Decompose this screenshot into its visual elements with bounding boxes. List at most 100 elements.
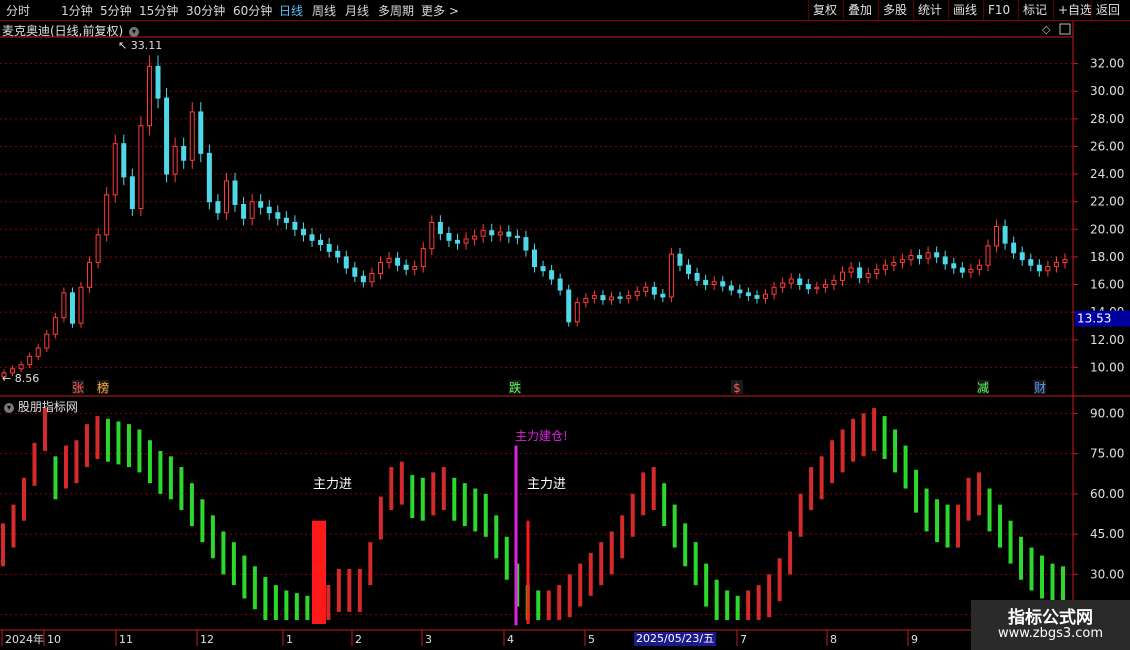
indicator-bar [1008, 520, 1013, 564]
candle-body [574, 301, 580, 323]
candle-body [1019, 252, 1025, 261]
candle-body [934, 252, 940, 258]
candle-body [241, 203, 247, 219]
candle-body [703, 279, 709, 286]
candle-body [668, 253, 674, 298]
indicator-bar [987, 488, 992, 532]
indicator-bar [546, 590, 551, 620]
candle-body [326, 243, 332, 252]
candle-body [309, 234, 315, 241]
indicator-bar [11, 504, 16, 548]
indicator-bar [95, 416, 100, 460]
candle-body [275, 212, 281, 219]
candle-body [35, 347, 41, 357]
indicator-bar [84, 424, 89, 468]
candle-body [874, 268, 880, 274]
indicator-bar [893, 429, 898, 473]
candle-body [223, 180, 229, 214]
candle-body [480, 230, 486, 237]
date-label: 10 [47, 633, 61, 646]
candle-body [292, 221, 298, 230]
indicator-bar [882, 416, 887, 460]
candle-body [206, 152, 212, 203]
indicator-bar [1, 523, 5, 567]
candle-body [591, 295, 597, 299]
candle-body [155, 65, 161, 99]
candle-body [27, 355, 33, 366]
watermark-url: www.zbgs3.com [997, 626, 1104, 641]
candle-body [925, 252, 931, 259]
indicator-bar [914, 469, 919, 513]
indicator-bar [924, 488, 929, 532]
indicator-bar [126, 424, 131, 468]
candle-body [882, 264, 888, 270]
candle-body [44, 333, 50, 349]
indicator-bar [588, 552, 593, 596]
y-tick-label: 16.00 [1090, 278, 1124, 292]
indicator-bar [714, 579, 719, 620]
date-label: 7 [740, 633, 747, 646]
candle-body [172, 145, 178, 175]
candle-body [1011, 242, 1017, 254]
candle-body [360, 275, 366, 283]
indicator-bar [441, 467, 446, 510]
date-label: 2024年 [5, 632, 44, 646]
y-tick-label: 75.00 [1090, 447, 1124, 461]
candle-body [532, 249, 537, 268]
indicator-bar [641, 472, 646, 516]
indicator-bar [609, 531, 614, 575]
indicator-bar [756, 585, 761, 620]
indicator-bar [431, 472, 436, 516]
candle-body [283, 217, 289, 223]
indicator-bar [903, 445, 908, 489]
indicator-bar [74, 440, 79, 484]
cursor-date-label: 2025/05/23/五 [634, 632, 717, 646]
candle-body [472, 235, 478, 240]
candle-body [395, 257, 401, 266]
candle-body [549, 270, 555, 280]
watermark: 指标公式网 www.zbgs3.com [971, 600, 1130, 650]
candle-body [1036, 264, 1042, 272]
indicator-bar [263, 577, 268, 620]
candle-body [138, 125, 144, 210]
indicator-bar [410, 475, 415, 519]
watermark-title: 指标公式网 [1008, 608, 1093, 628]
indicator-bar [63, 445, 68, 489]
candle-body [318, 239, 324, 245]
indicator-bar [830, 440, 835, 484]
indicator-bar [336, 568, 341, 612]
date-label: 1 [286, 633, 293, 646]
candle-body [788, 278, 794, 284]
y-tick-label: 18.00 [1090, 250, 1124, 264]
price-box-label: 13.53 [1077, 312, 1111, 326]
candle-body [609, 296, 615, 301]
indicator-bar [851, 418, 856, 462]
candle-body [523, 237, 529, 251]
indicator-bar [788, 531, 793, 575]
indicator-bar [389, 467, 394, 510]
indicator-bar [200, 499, 205, 543]
candle-body [600, 295, 606, 301]
event-marker: 跌 [509, 380, 521, 395]
candle-body [497, 231, 503, 236]
candle-body [840, 271, 846, 281]
y-tick-label: 10.00 [1090, 360, 1124, 374]
candle-body [232, 180, 238, 205]
candle-body [891, 261, 897, 266]
indicator-bar [347, 568, 352, 612]
signal-bar [312, 520, 326, 624]
indicator-bar [567, 574, 572, 618]
annotation-label: 主力进 [313, 477, 352, 492]
high-price-label: ↖ 33.11 [118, 39, 162, 52]
candle-body [463, 238, 469, 244]
indicator-bar [746, 590, 751, 620]
candle-body [831, 279, 837, 286]
indicator-bar [819, 456, 824, 500]
indicator-bar [147, 440, 152, 484]
indicator-bar [210, 515, 215, 559]
candle-body [917, 255, 923, 259]
candle-body [52, 317, 58, 335]
indicator-bar [599, 542, 604, 586]
date-label: 9 [911, 633, 918, 646]
candle-body [737, 289, 743, 294]
